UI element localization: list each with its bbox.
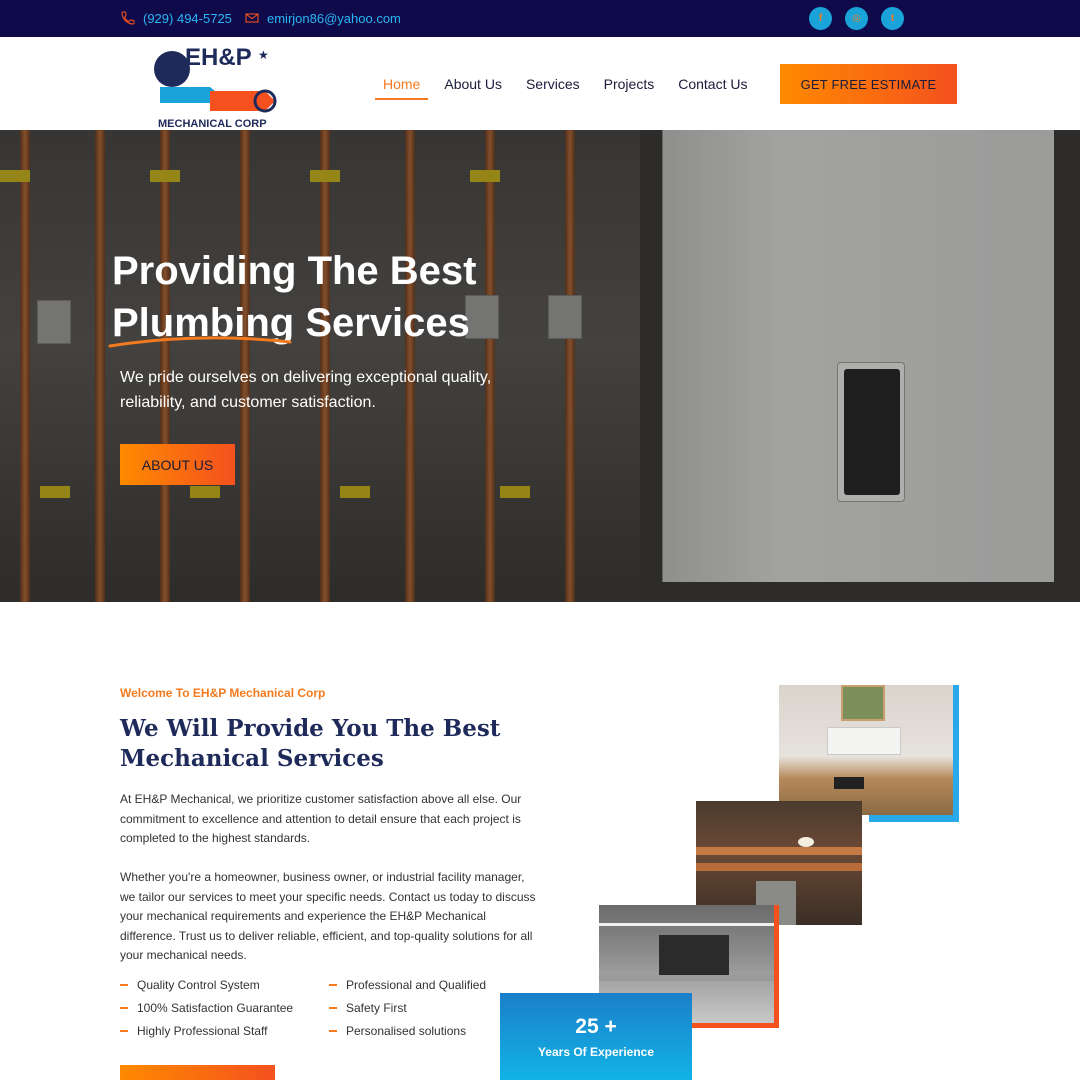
tool-graphic <box>834 777 864 789</box>
feature-label: Professional and Qualified <box>346 977 487 992</box>
feature-item: Highly Professional Staff <box>120 1022 329 1039</box>
envelope-icon <box>245 13 259 23</box>
dash-icon <box>329 983 337 986</box>
feature-label: Safety First <box>346 1000 407 1015</box>
phone-icon <box>121 11 135 25</box>
feature-item: Professional and Qualified <box>329 976 529 993</box>
nav-about-us[interactable]: About Us <box>436 76 510 100</box>
feature-label: Quality Control System <box>137 977 260 992</box>
duct-graphic <box>599 975 774 981</box>
radiator-graphic <box>827 727 901 755</box>
beam-graphic <box>599 923 774 926</box>
about-paragraph-1: At EH&P Mechanical, we prioritize custom… <box>120 792 522 845</box>
feature-item: Personalised solutions <box>329 1022 529 1039</box>
company-logo[interactable]: EH&P ★ MECHANICAL CORP <box>150 39 280 130</box>
read-more-button[interactable] <box>120 1065 275 1080</box>
twitter-icon[interactable]: t <box>881 7 904 30</box>
feature-label: 100% Satisfaction Guarantee <box>137 1000 294 1015</box>
main-nav: Home About Us Services Projects Contact … <box>375 76 763 100</box>
dash-icon <box>329 1006 337 1009</box>
feature-item: Safety First <box>329 999 529 1016</box>
instagram-icon[interactable]: ◎ <box>845 7 868 30</box>
top-bar: (929) 494-5725 emirjon86@yahoo.com f ◎ t <box>0 0 1080 37</box>
hero-banner: Providing The Best Plumbing Services We … <box>0 130 1080 602</box>
about-us-button[interactable]: ABOUT US <box>120 444 235 485</box>
dash-icon <box>120 983 128 986</box>
pipe-graphic <box>696 847 862 855</box>
experience-label: Years Of Experience <box>537 1045 655 1059</box>
logo-graphic: EH&P ★ MECHANICAL CORP <box>154 44 277 130</box>
about-paragraph-2: Whether you're a homeowner, business own… <box>120 870 536 962</box>
dash-icon <box>120 1006 128 1009</box>
section-title: We Will Provide You The Best Mechanical … <box>120 715 501 772</box>
light-graphic <box>798 837 814 847</box>
facebook-icon[interactable]: f <box>809 7 832 30</box>
feature-item: Quality Control System <box>120 976 329 993</box>
nav-projects[interactable]: Projects <box>596 76 663 100</box>
hero-title-line1: Providing The Best <box>112 249 477 293</box>
experience-number: 25 + <box>575 1015 617 1038</box>
email-address: emirjon86@yahoo.com <box>267 10 401 26</box>
logo-brand: EH&P <box>185 44 252 71</box>
nav-home[interactable]: Home <box>375 76 429 100</box>
dash-icon <box>120 1029 128 1032</box>
logo-subtitle: MECHANICAL CORP <box>158 118 267 129</box>
phone-number: (929) 494-5725 <box>143 10 232 26</box>
nav-services[interactable]: Services <box>518 76 588 100</box>
hero-underline-swoosh <box>108 336 292 348</box>
email-link[interactable]: emirjon86@yahoo.com <box>244 10 401 26</box>
section-eyebrow: Welcome To EH&P Mechanical Corp <box>120 686 326 700</box>
radiator-room-photo <box>779 685 953 815</box>
dash-icon <box>329 1029 337 1032</box>
svg-text:★: ★ <box>258 48 269 62</box>
pipe-graphic <box>696 863 862 871</box>
hvac-box-graphic <box>659 935 729 977</box>
feature-list: Quality Control System Professional and … <box>120 976 540 1039</box>
phone-link[interactable]: (929) 494-5725 <box>120 10 232 26</box>
feature-item: 100% Satisfaction Guarantee <box>120 999 329 1016</box>
experience-badge: 25 + Years Of Experience <box>500 993 692 1080</box>
feature-label: Personalised solutions <box>346 1023 467 1038</box>
feature-label: Highly Professional Staff <box>137 1023 268 1038</box>
site-header: EH&P ★ MECHANICAL CORP Home About Us Ser… <box>0 37 1080 130</box>
get-free-estimate-button[interactable]: GET FREE ESTIMATE <box>780 64 957 104</box>
window-graphic <box>841 685 885 721</box>
hero-subtitle: We pride ourselves on delivering excepti… <box>120 369 492 411</box>
nav-contact-us[interactable]: Contact Us <box>670 76 755 100</box>
